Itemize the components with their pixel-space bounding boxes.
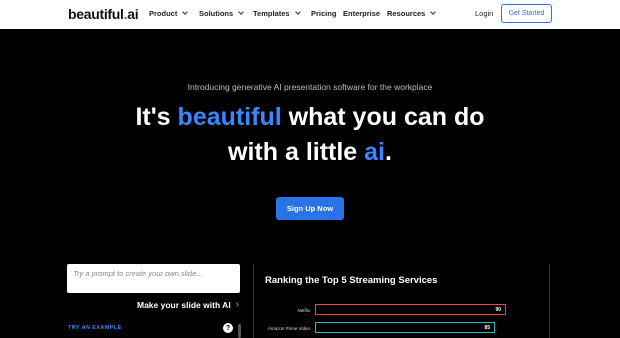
login-link[interactable]: Login (475, 9, 493, 18)
nav-templates-label: Templates (253, 9, 290, 18)
bar-label-netflix: Netflix (297, 308, 310, 313)
sign-up-button[interactable]: Sign Up Now (276, 197, 344, 220)
chevron-down-icon (182, 9, 189, 15)
headline-line1-pre: It's (135, 103, 178, 131)
hero-headline-line1: It's beautiful what you can do (0, 105, 620, 130)
prompt-input[interactable]: Try a prompt to create your own slide... (67, 264, 240, 293)
headline-line2-post: . (385, 138, 392, 166)
nav-solutions-label: Solutions (199, 9, 234, 18)
make-slide-label: Make your slide with AI (137, 299, 231, 310)
top-navbar: beautiful.ai Product Solutions Templates… (0, 0, 620, 29)
nav-resources-label: Resources (387, 9, 426, 18)
try-example-label: TRY AN EXAMPLE (68, 325, 122, 331)
headline-highlight-beautiful: beautiful (177, 103, 282, 131)
bar-value-netflix: 90 (495, 307, 501, 313)
nav-item-templates[interactable]: Templates (253, 9, 301, 18)
slide-title: Ranking the Top 5 Streaming Services (265, 275, 438, 286)
scrollbar[interactable] (238, 324, 241, 338)
chevron-down-icon (430, 9, 437, 15)
nav-pricing-label: Pricing (311, 9, 337, 18)
help-icon[interactable]: ? (223, 323, 233, 333)
nav-enterprise-label: Enterprise (343, 9, 381, 18)
logo-ai-text: ai (127, 6, 139, 22)
beautiful-ai-logo[interactable]: beautiful.ai (68, 6, 139, 22)
hero-headline-line2: with a little ai. (0, 140, 620, 165)
nav-item-pricing[interactable]: Pricing (311, 9, 336, 18)
nav-item-resources[interactable]: Resources (387, 9, 437, 18)
nav-product-label: Product (149, 9, 178, 18)
chevron-down-icon (238, 9, 245, 15)
headline-highlight-ai: ai (364, 138, 386, 166)
bar-netflix: 90 (315, 304, 506, 315)
headline-line1-post: what you can do (281, 103, 485, 131)
hero-intro-text: Introducing generative AI presentation s… (187, 82, 433, 92)
logo-main-text: beautiful (68, 6, 124, 22)
chevron-down-icon (294, 9, 301, 15)
nav-item-enterprise[interactable]: Enterprise (343, 9, 380, 18)
chevron-right-icon: › (235, 299, 240, 310)
bar-label-amazon-prime-video: Amazon Prime Video (267, 326, 310, 331)
nav-item-product[interactable]: Product (149, 9, 189, 18)
headline-line2-pre: with a little (228, 138, 365, 166)
get-started-button[interactable]: Get Started (501, 4, 552, 23)
make-slide-button[interactable]: Make your slide with AI › (137, 299, 239, 310)
bar-value-amazon-prime-video: 85 (484, 325, 490, 331)
nav-item-solutions[interactable]: Solutions (199, 9, 245, 18)
bar-amazon-prime-video: 85 (315, 322, 495, 333)
